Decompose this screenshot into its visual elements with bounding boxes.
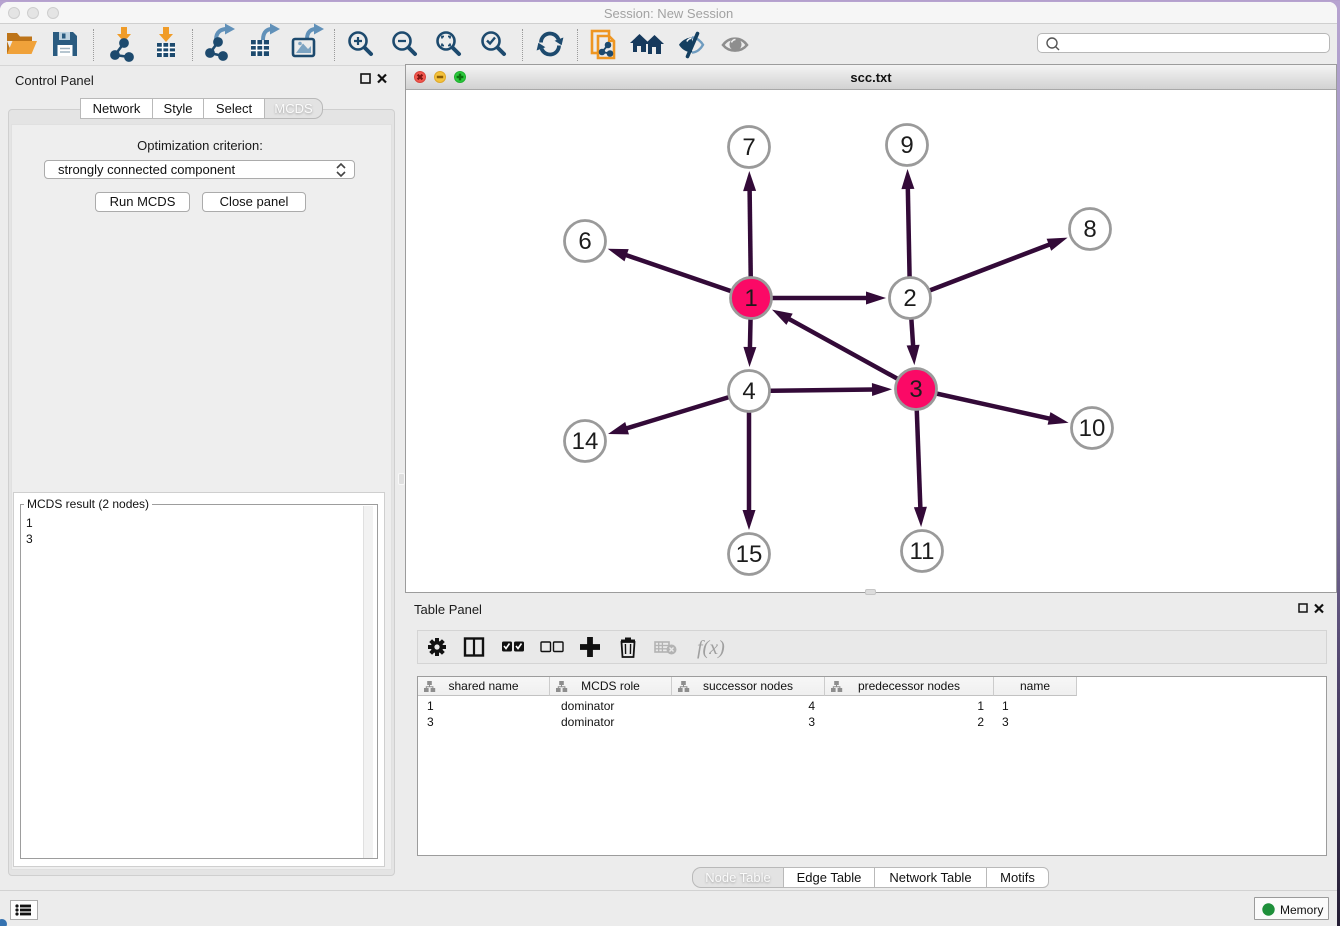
svg-text:2: 2 bbox=[903, 285, 916, 312]
svg-text:3: 3 bbox=[909, 376, 922, 403]
svg-text:14: 14 bbox=[572, 428, 599, 455]
svg-text:15: 15 bbox=[736, 541, 763, 568]
svg-text:8: 8 bbox=[1083, 216, 1096, 243]
svg-text:f(x): f(x) bbox=[697, 637, 725, 659]
svg-text:10: 10 bbox=[1079, 415, 1106, 442]
svg-text:4: 4 bbox=[742, 378, 755, 405]
svg-text:1: 1 bbox=[744, 285, 757, 312]
svg-text:6: 6 bbox=[578, 228, 591, 255]
svg-text:7: 7 bbox=[742, 134, 755, 161]
svg-text:9: 9 bbox=[900, 132, 913, 159]
svg-text:11: 11 bbox=[910, 538, 935, 565]
